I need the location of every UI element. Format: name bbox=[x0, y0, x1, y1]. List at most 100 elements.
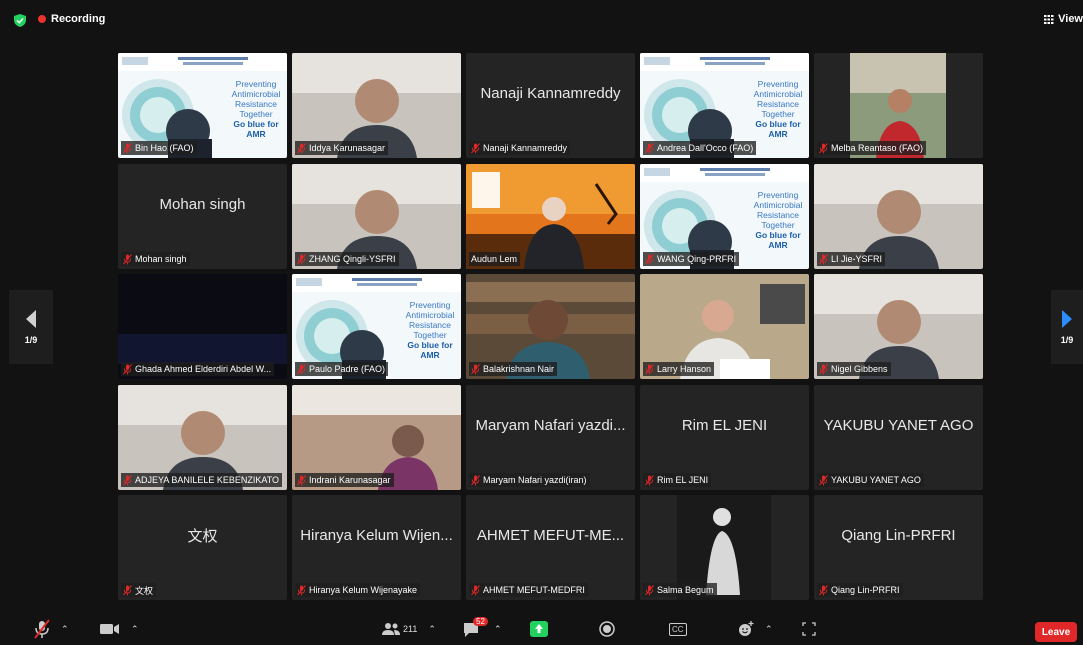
participant-tile[interactable]: Melba Reantaso (FAO) bbox=[814, 53, 983, 158]
participant-tile[interactable]: YAKUBU YANET AGO YAKUBU YANET AGO bbox=[814, 385, 983, 490]
participant-name: ZHANG Qingli-YSFRI bbox=[309, 254, 396, 264]
participant-name: Paulo Padre (FAO) bbox=[309, 364, 386, 374]
participant-tile[interactable]: Preventing Antimicrobial Resistance Togethe… bbox=[292, 274, 461, 379]
participant-tile[interactable]: Indrani Karunasagar bbox=[292, 385, 461, 490]
slide-text: Preventing Antimicrobial Resistance Togethe… bbox=[753, 79, 803, 139]
participant-name: Ghada Ahmed Elderdiri Abdel W... bbox=[135, 364, 272, 374]
unmute-button[interactable]: ⌃ bbox=[34, 618, 69, 640]
chat-button[interactable]: 52 ⌃ bbox=[463, 617, 502, 640]
participant-tile[interactable]: Iddya Karunasagar bbox=[292, 53, 461, 158]
participant-tile[interactable]: AHMET MEFUT-ME... AHMET MEFUT-MEDFRI bbox=[466, 495, 635, 600]
microphone-muted-icon bbox=[645, 584, 654, 595]
participant-name-tag: Balakrishnan Nair bbox=[469, 362, 558, 376]
participant-tile[interactable]: Maryam Nafari yazdi... Maryam Nafari yazd… bbox=[466, 385, 635, 490]
participant-name-tag: ZHANG Qingli-YSFRI bbox=[295, 252, 399, 266]
participant-display-name: Mohan singh bbox=[159, 196, 246, 213]
participant-name-tag: Andrea Dall'Occo (FAO) bbox=[643, 141, 757, 155]
top-bar: Recording View bbox=[0, 0, 1083, 40]
participant-name-tag: WANG Qing-PRFRI bbox=[643, 252, 740, 266]
participant-tile[interactable]: Salma Begum bbox=[640, 495, 809, 600]
participant-display-name: Maryam Nafari yazdi... bbox=[475, 417, 626, 434]
grid-view-icon bbox=[1044, 14, 1054, 24]
audio-options-chevron-icon[interactable]: ⌃ bbox=[61, 624, 69, 635]
microphone-muted-icon bbox=[297, 584, 306, 595]
participant-tile[interactable]: Preventing Antimicrobial Resistance Togethe… bbox=[640, 164, 809, 269]
view-button[interactable]: View bbox=[1044, 13, 1083, 25]
page-indicator-right: 1/9 bbox=[1060, 335, 1074, 345]
participant-name-tag: Iddya Karunasagar bbox=[295, 141, 389, 155]
participant-name: Iddya Karunasagar bbox=[309, 143, 386, 153]
record-button[interactable] bbox=[599, 618, 615, 640]
microphone-muted-icon bbox=[819, 474, 828, 485]
participant-tile[interactable]: ZHANG Qingli-YSFRI bbox=[292, 164, 461, 269]
participant-name-tag: Salma Begum bbox=[643, 583, 717, 597]
participant-name: WANG Qing-PRFRI bbox=[657, 254, 737, 264]
closed-caption-button[interactable]: CC bbox=[669, 618, 687, 640]
participant-tile[interactable]: Qiang Lin-PRFRI Qiang Lin-PRFRI bbox=[814, 495, 983, 600]
share-screen-icon bbox=[530, 621, 548, 637]
next-page-button[interactable]: 1/9 bbox=[1051, 290, 1083, 364]
participant-display-name: Nanaji Kannamreddy bbox=[480, 85, 621, 102]
participant-name: Mohan singh bbox=[135, 254, 187, 264]
microphone-muted-icon bbox=[34, 619, 50, 639]
participant-name-tag: Hiranya Kelum Wijenayake bbox=[295, 583, 421, 597]
participant-tile[interactable]: Rim EL JENI Rim EL JENI bbox=[640, 385, 809, 490]
reactions-button[interactable]: ⌃ bbox=[738, 618, 773, 640]
participant-tile[interactable]: Nigel Gibbens bbox=[814, 274, 983, 379]
participant-tile[interactable]: Preventing Antimicrobial Resistance Togethe… bbox=[640, 53, 809, 158]
participant-display-name: Rim EL JENI bbox=[681, 417, 768, 434]
video-options-chevron-icon[interactable]: ⌃ bbox=[131, 624, 139, 635]
participant-name-tag: Audun Lem bbox=[469, 252, 521, 266]
participant-name: Qiang Lin-PRFRI bbox=[831, 585, 900, 595]
participant-name: 文权 bbox=[135, 585, 154, 596]
participants-button[interactable]: 211 ⌃ bbox=[382, 618, 436, 640]
participant-tile[interactable]: ADJEYA BANILELE KEBENZIKATO bbox=[118, 385, 287, 490]
participant-name: Rim EL JENI bbox=[657, 475, 709, 485]
participant-name-tag: Qiang Lin-PRFRI bbox=[817, 583, 903, 597]
reactions-chevron-icon[interactable]: ⌃ bbox=[765, 624, 773, 635]
participant-tile[interactable]: Hiranya Kelum Wijen... Hiranya Kelum Wije… bbox=[292, 495, 461, 600]
apps-button[interactable] bbox=[802, 618, 816, 640]
participant-tile[interactable]: Balakrishnan Nair bbox=[466, 274, 635, 379]
view-label: View bbox=[1058, 13, 1083, 25]
participant-name-tag: Mohan singh bbox=[121, 252, 190, 266]
participant-display-name: AHMET MEFUT-ME... bbox=[476, 527, 625, 544]
participant-tile[interactable]: LI Jie-YSFRI bbox=[814, 164, 983, 269]
participant-tile[interactable]: Larry Hanson bbox=[640, 274, 809, 379]
participant-name-tag: AHMET MEFUT-MEDFRI bbox=[469, 583, 588, 597]
chat-chevron-icon[interactable]: ⌃ bbox=[494, 624, 502, 635]
participant-name-tag: Bin Hao (FAO) bbox=[121, 141, 197, 155]
microphone-muted-icon bbox=[297, 142, 306, 153]
participant-name-tag: LI Jie-YSFRI bbox=[817, 252, 886, 266]
participant-name-tag: Rim EL JENI bbox=[643, 473, 712, 487]
start-video-button[interactable]: ⌃ bbox=[100, 618, 139, 640]
microphone-muted-icon bbox=[819, 253, 828, 264]
participant-tile[interactable]: Audun Lem bbox=[466, 164, 635, 269]
microphone-muted-icon bbox=[123, 474, 132, 485]
previous-page-button[interactable]: 1/9 bbox=[9, 290, 53, 364]
share-screen-button[interactable] bbox=[530, 618, 548, 640]
participant-tile[interactable]: Preventing Antimicrobial Resistance Togethe… bbox=[118, 53, 287, 158]
participant-name-tag: Nigel Gibbens bbox=[817, 362, 891, 376]
participant-name: ADJEYA BANILELE KEBENZIKATO bbox=[135, 475, 280, 485]
participant-name: Indrani Karunasagar bbox=[309, 475, 391, 485]
participant-display-name: Qiang Lin-PRFRI bbox=[841, 527, 956, 544]
recording-indicator[interactable]: Recording bbox=[38, 13, 105, 25]
leave-button[interactable]: Leave bbox=[1035, 622, 1077, 642]
participant-name: Andrea Dall'Occo (FAO) bbox=[657, 143, 754, 153]
participant-tile[interactable]: Nanaji Kannamreddy Nanaji Kannamreddy bbox=[466, 53, 635, 158]
participant-tile[interactable]: Ghada Ahmed Elderdiri Abdel W... bbox=[118, 274, 287, 379]
chat-unread-badge: 52 bbox=[473, 617, 488, 626]
participant-name-tag: ADJEYA BANILELE KEBENZIKATO bbox=[121, 473, 283, 487]
participants-icon bbox=[382, 623, 400, 635]
participants-chevron-icon[interactable]: ⌃ bbox=[428, 624, 436, 635]
recording-dot-icon bbox=[38, 15, 46, 23]
shield-check-icon[interactable] bbox=[14, 14, 26, 27]
participant-name: Hiranya Kelum Wijenayake bbox=[309, 585, 418, 595]
participant-tile[interactable]: Mohan singh Mohan singh bbox=[118, 164, 287, 269]
participant-name: AHMET MEFUT-MEDFRI bbox=[483, 585, 585, 595]
apps-icon bbox=[802, 622, 816, 636]
participant-name: Nanaji Kannamreddy bbox=[483, 143, 568, 153]
participant-name-tag: Indrani Karunasagar bbox=[295, 473, 394, 487]
participant-tile[interactable]: 文权 文权 bbox=[118, 495, 287, 600]
